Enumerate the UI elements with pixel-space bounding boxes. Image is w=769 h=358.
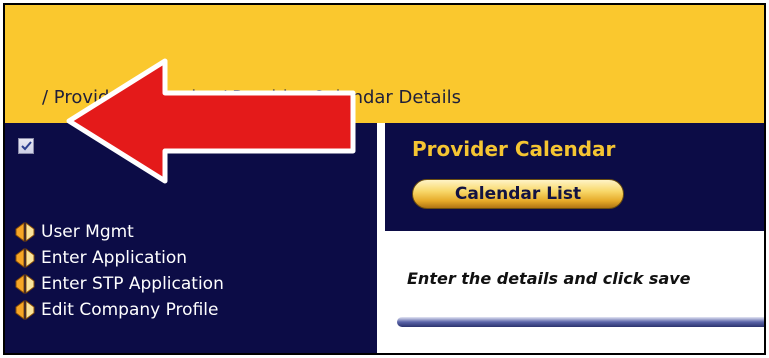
- menu-item-edit-company-profile[interactable]: Edit Company Profile: [13, 297, 224, 323]
- book-icon: [13, 271, 41, 297]
- book-icon: [13, 245, 41, 271]
- screenshot-frame: / Provider Calendar / Provider Calendar …: [3, 3, 766, 355]
- menu-item-enter-stp-application[interactable]: Enter STP Application: [13, 271, 224, 297]
- section-divider: [397, 317, 764, 327]
- check-icon: [21, 141, 32, 151]
- sidebar-menu: User Mgmt Enter Application Enter STP Ap…: [13, 219, 224, 323]
- menu-item-label: Enter STP Application: [41, 274, 224, 294]
- menu-item-label: Enter Application: [41, 248, 188, 268]
- menu-item-label: Edit Company Profile: [41, 300, 219, 320]
- instructions-text: Enter the details and click save: [407, 269, 691, 288]
- menu-item-user-mgmt[interactable]: User Mgmt: [13, 219, 224, 245]
- sidebar-checkbox[interactable]: [18, 138, 34, 154]
- menu-item-enter-application[interactable]: Enter Application: [13, 245, 224, 271]
- page-title: Provider Calendar: [412, 137, 616, 161]
- red-arrow-left-icon: [66, 58, 356, 184]
- book-icon: [13, 219, 41, 245]
- menu-item-label: User Mgmt: [41, 222, 134, 242]
- main-header-panel: Provider Calendar Calendar List: [385, 123, 764, 231]
- book-icon: [13, 297, 41, 323]
- calendar-list-button[interactable]: Calendar List: [412, 179, 624, 209]
